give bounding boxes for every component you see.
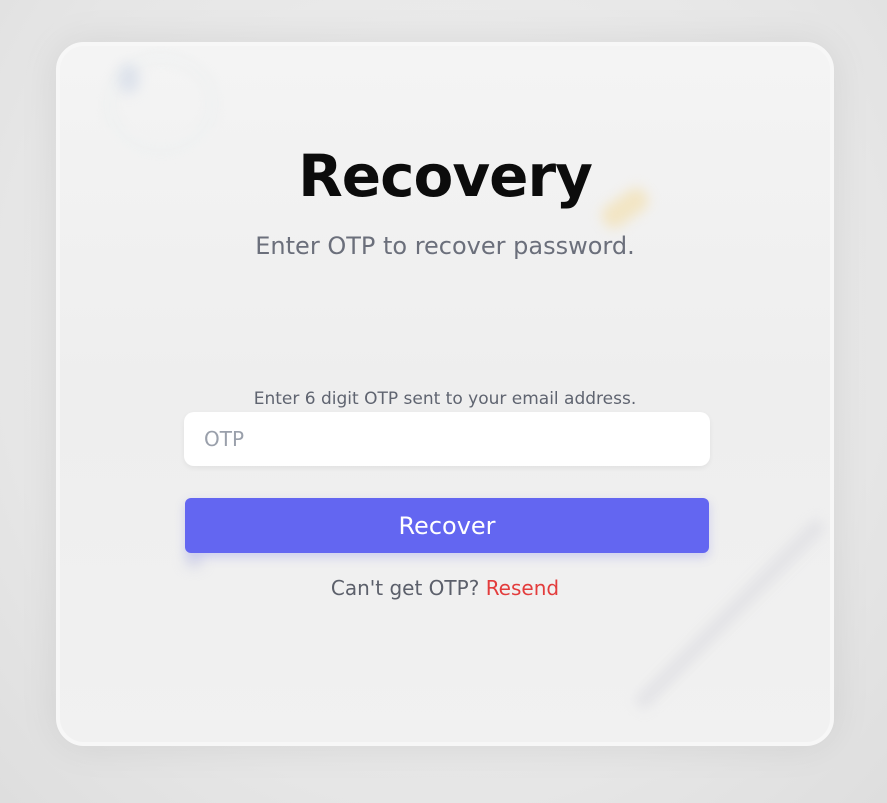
page-subtitle: Enter OTP to recover password. [255, 232, 635, 260]
resend-row: Can't get OTP? Resend [60, 576, 830, 600]
otp-input[interactable] [184, 412, 710, 466]
page-title: Recovery [298, 142, 593, 210]
resend-link[interactable]: Resend [486, 576, 559, 600]
decorative-dot [118, 64, 140, 94]
recovery-card: Recovery Enter OTP to recover password. … [56, 42, 834, 746]
otp-hint-text: Enter 6 digit OTP sent to your email add… [253, 389, 637, 409]
resend-prompt: Can't get OTP? [330, 576, 486, 600]
recover-button[interactable]: Recover [185, 498, 709, 553]
decorative-small-blob [184, 554, 204, 568]
page-background: Recovery Enter OTP to recover password. … [0, 0, 887, 803]
